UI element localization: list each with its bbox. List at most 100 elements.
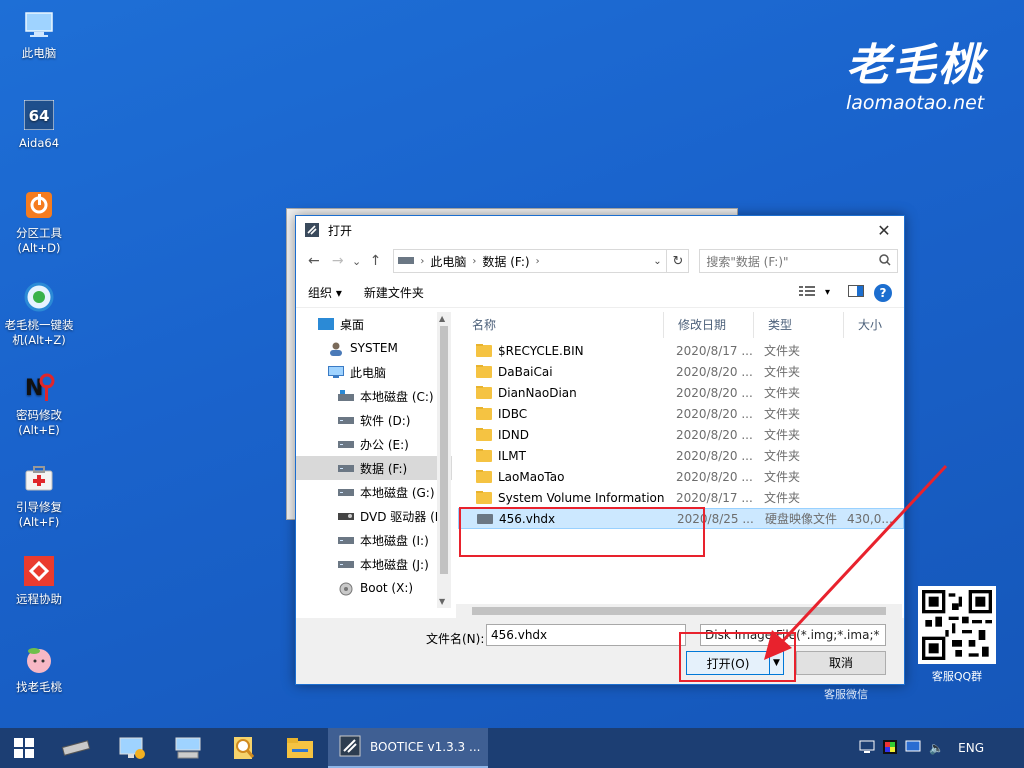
network-tray-icon[interactable] bbox=[859, 740, 875, 757]
desktop-icon-label: 远程协助 bbox=[16, 592, 62, 606]
column-type[interactable]: 类型 bbox=[754, 312, 844, 338]
desktop-icon-find[interactable]: 找老毛桃 bbox=[4, 642, 74, 695]
tree-item[interactable]: 软件 (D:) bbox=[296, 408, 452, 432]
tree-item[interactable]: SYSTEM bbox=[296, 336, 452, 360]
new-folder-button[interactable]: 新建文件夹 bbox=[364, 284, 424, 301]
tree-item[interactable]: 本地磁盘 (J:) bbox=[296, 552, 452, 576]
scroll-up-icon: ▲ bbox=[439, 314, 446, 323]
refresh-icon: ↻ bbox=[672, 253, 684, 269]
folder-icon bbox=[476, 385, 492, 399]
file-type: 文件夹 bbox=[764, 344, 801, 358]
desktop-icon-aida64[interactable]: 64 Aida64 bbox=[4, 98, 74, 151]
tree-item-label: 软件 (D:) bbox=[360, 413, 411, 428]
taskbar-network-tool[interactable] bbox=[104, 728, 160, 768]
tree-item-label: 桌面 bbox=[340, 317, 365, 332]
file-row[interactable]: DianNaoDian 2020/8/20 ... 文件夹 bbox=[458, 382, 904, 403]
view-options-icon[interactable] bbox=[798, 285, 815, 300]
tree-item[interactable]: 数据 (F:) bbox=[296, 456, 452, 480]
taskbar-bootice-task[interactable]: BOOTICE v1.3.3 ... bbox=[328, 728, 488, 768]
volume-tray-icon[interactable]: 🔈 bbox=[929, 741, 944, 755]
peach-icon bbox=[22, 642, 56, 676]
tree-item[interactable]: 本地磁盘 (C:) bbox=[296, 384, 452, 408]
chevron-right-icon: › bbox=[535, 255, 540, 267]
taskbar-file-explorer[interactable] bbox=[272, 728, 328, 768]
bootice-task-label: BOOTICE v1.3.3 ... bbox=[370, 740, 481, 754]
arrow-up-icon: ↑ bbox=[369, 253, 382, 269]
folder-icon bbox=[476, 364, 492, 378]
forward-button[interactable]: → bbox=[326, 249, 350, 273]
file-name: DaBaiCai bbox=[498, 364, 553, 379]
desktop-icon-label: 找老毛桃 bbox=[16, 680, 62, 694]
breadcrumb-this-pc[interactable]: 此电脑 bbox=[430, 253, 466, 270]
start-button[interactable] bbox=[0, 728, 48, 768]
tree-item-label: 本地磁盘 (I:) bbox=[360, 533, 429, 548]
remote-assist-icon bbox=[22, 554, 56, 588]
tree-item[interactable]: 桌面 bbox=[296, 312, 452, 336]
file-row[interactable]: DaBaiCai 2020/8/20 ... 文件夹 bbox=[458, 361, 904, 382]
arrow-left-icon: ← bbox=[308, 253, 320, 269]
tree-scrollbar[interactable]: ▲ ▼ bbox=[437, 312, 451, 608]
taskbar-memory-tool[interactable] bbox=[48, 728, 104, 768]
chevron-down-icon[interactable]: ⌄ bbox=[648, 256, 666, 267]
bootice-icon bbox=[338, 734, 362, 761]
tree-item[interactable]: 本地磁盘 (I:) bbox=[296, 528, 452, 552]
aida64-icon: 64 bbox=[22, 98, 56, 132]
refresh-button[interactable]: ↻ bbox=[667, 249, 690, 273]
computer-icon bbox=[328, 366, 344, 378]
tree-item[interactable]: 本地磁盘 (G:) bbox=[296, 480, 452, 504]
column-name[interactable]: 名称 bbox=[458, 312, 664, 338]
filename-input[interactable]: 456.vhdx bbox=[486, 624, 686, 646]
back-button[interactable]: ← bbox=[302, 249, 326, 273]
desktop-icon-this-pc[interactable]: 此电脑 bbox=[4, 8, 74, 61]
preview-pane-icon[interactable] bbox=[848, 285, 864, 300]
dialog-toolbar: 组织 ▾ 新建文件夹 ▾ ? bbox=[296, 278, 904, 308]
file-name: IDND bbox=[498, 427, 529, 442]
arrow-right-icon: → bbox=[331, 253, 344, 269]
file-row[interactable]: $RECYCLE.BIN 2020/8/17 ... 文件夹 bbox=[458, 340, 904, 361]
taskbar: BOOTICE v1.3.3 ... 🔈 ENG bbox=[0, 728, 1024, 768]
search-placeholder: 搜索"数据 (F:)" bbox=[706, 254, 789, 269]
file-name: $RECYCLE.BIN bbox=[498, 343, 584, 358]
organize-button[interactable]: 组织 ▾ bbox=[308, 284, 342, 301]
tree-item[interactable]: 办公 (E:) bbox=[296, 432, 452, 456]
file-name-cell: IDND bbox=[458, 427, 664, 442]
tree-scroll-thumb[interactable] bbox=[440, 326, 448, 574]
qr-right-caption: 客服QQ群 bbox=[931, 670, 983, 683]
recent-locations-button[interactable]: ⌄ bbox=[350, 249, 364, 273]
tree-item[interactable]: 此电脑 bbox=[296, 360, 452, 384]
app-tray-icon[interactable] bbox=[883, 739, 898, 757]
desktop-icon-remote[interactable]: 远程协助 bbox=[4, 554, 74, 607]
taskbar-search-tool[interactable] bbox=[216, 728, 272, 768]
dialog-titlebar[interactable]: 打开 ✕ bbox=[296, 216, 904, 244]
tree-item[interactable]: Boot (X:) bbox=[296, 576, 452, 600]
tree-item[interactable]: DVD 驱动器 (H bbox=[296, 504, 452, 528]
password-key-icon: N bbox=[22, 370, 56, 404]
taskbar-keyboard-tool[interactable] bbox=[160, 728, 216, 768]
search-input[interactable]: 搜索"数据 (F:)" bbox=[699, 249, 898, 273]
file-name-cell: ILMT bbox=[458, 448, 664, 463]
language-indicator[interactable]: ENG bbox=[958, 741, 984, 755]
desktop-icon-label: Aida64 bbox=[18, 136, 60, 150]
navigation-tree: 桌面 SYSTEM 此电脑 本地磁盘 (C:) 软件 (D:) 办公 (E:) 数据 (F:… bbox=[296, 312, 452, 612]
file-row[interactable]: IDND 2020/8/20 ... 文件夹 bbox=[458, 424, 904, 445]
column-size[interactable]: 大小 bbox=[844, 312, 900, 338]
chevron-down-icon[interactable]: ▾ bbox=[825, 287, 830, 298]
desktop-icon-boot-repair[interactable]: 引导修复 (Alt+F) bbox=[4, 462, 74, 530]
address-bar[interactable]: › 此电脑 › 数据 (F:) › ⌄ bbox=[393, 249, 668, 273]
column-date[interactable]: 修改日期 bbox=[664, 312, 754, 338]
file-date: 2020/8/20 ... bbox=[676, 364, 753, 379]
help-icon[interactable]: ? bbox=[874, 283, 892, 302]
desktop-icon-partition[interactable]: 分区工具 (Alt+D) bbox=[4, 188, 74, 256]
display-tray-icon[interactable] bbox=[905, 740, 921, 757]
up-button[interactable]: ↑ bbox=[364, 249, 388, 273]
tree-item-label: 本地磁盘 (J:) bbox=[360, 557, 429, 572]
desktop-icon-password[interactable]: N 密码修改 (Alt+E) bbox=[4, 370, 74, 438]
file-row[interactable]: IDBC 2020/8/20 ... 文件夹 bbox=[458, 403, 904, 424]
file-name-cell: System Volume Information bbox=[458, 490, 664, 505]
magnifier-icon bbox=[234, 737, 255, 759]
file-date: 2020/8/20 ... bbox=[676, 469, 753, 484]
desktop-icon-install[interactable]: 老毛桃一键装 机(Alt+Z) bbox=[4, 280, 74, 348]
tree-item-label: Boot (X:) bbox=[360, 581, 414, 595]
close-button[interactable]: ✕ bbox=[864, 216, 904, 244]
breadcrumb-data-drive[interactable]: 数据 (F:) bbox=[482, 253, 529, 270]
